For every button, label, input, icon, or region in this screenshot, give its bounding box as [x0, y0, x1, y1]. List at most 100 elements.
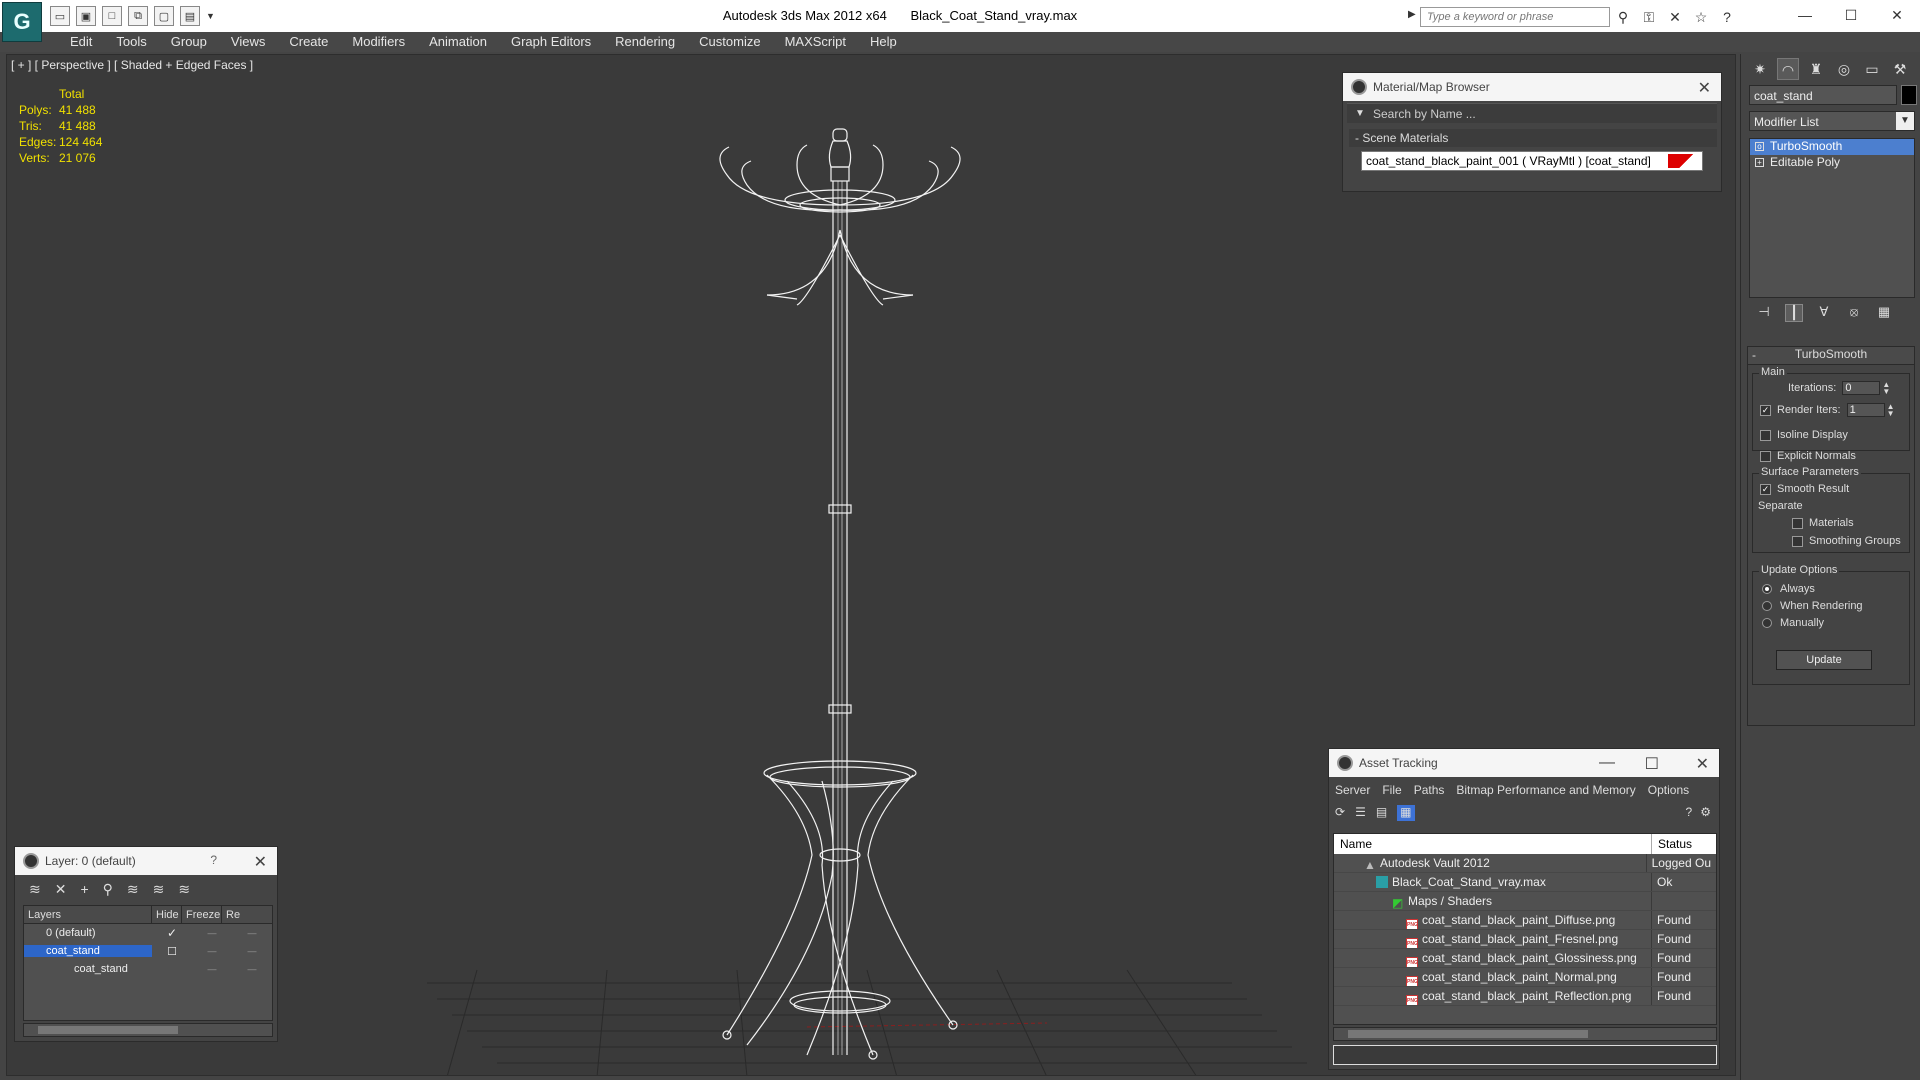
scene-materials-section[interactable]: - Scene Materials	[1349, 129, 1717, 147]
help-icon[interactable]: ?	[1718, 8, 1736, 26]
asset-menu-options[interactable]: Options	[1648, 783, 1689, 797]
menu-tools[interactable]: Tools	[104, 32, 158, 52]
close-icon[interactable]: ✕	[1698, 78, 1711, 98]
new-layer-icon[interactable]: ≋	[29, 881, 41, 898]
stack-item-editable-poly[interactable]: + Editable Poly	[1750, 155, 1914, 171]
render-iters-spinner[interactable]: 1	[1846, 403, 1885, 417]
search-expand-icon[interactable]: ▶	[1408, 9, 1418, 25]
lightbulb-icon[interactable]: o	[1755, 142, 1764, 151]
modify-tab-icon[interactable]: ◠	[1777, 58, 1799, 80]
layer-object-row[interactable]: coat_stand — —	[24, 960, 272, 978]
material-search-input[interactable]: ▼ Search by Name ...	[1347, 103, 1717, 123]
menu-create[interactable]: Create	[277, 32, 340, 52]
asset-row[interactable]: ▲ Autodesk Vault 2012 Logged Ou	[1334, 854, 1716, 873]
column-header[interactable]: Status	[1652, 834, 1698, 854]
asset-row[interactable]: PNG coat_stand_black_paint_Glossiness.png…	[1334, 949, 1716, 968]
settings-icon[interactable]: ⚙	[1700, 805, 1711, 819]
hide-toggle[interactable]: —	[192, 946, 232, 956]
explicit-normals-checkbox[interactable]	[1760, 450, 1771, 462]
menu-edit[interactable]: Edit	[58, 32, 104, 52]
close-icon[interactable]: ✕	[1696, 754, 1709, 774]
configure-sets-icon[interactable]: ▦	[1875, 304, 1893, 322]
filter-icon[interactable]: ▼	[1355, 108, 1365, 119]
stack-item-turbosmooth[interactable]: o TurboSmooth	[1750, 139, 1914, 155]
select-objects-icon[interactable]: ⚲	[103, 881, 113, 898]
minimize-icon[interactable]: —	[1599, 754, 1615, 772]
create-tab-icon[interactable]: ✷	[1749, 58, 1771, 80]
menu-maxscript[interactable]: MAXScript	[773, 32, 858, 52]
isoline-checkbox[interactable]	[1760, 429, 1771, 441]
tree-view-icon[interactable]: ▤	[1376, 805, 1387, 821]
menu-customize[interactable]: Customize	[687, 32, 772, 52]
refresh-icon[interactable]: ⟳	[1335, 805, 1345, 821]
highlight-layer-icon[interactable]: ≋	[127, 881, 139, 898]
update-button[interactable]: Update	[1776, 650, 1872, 670]
layer-manager-titlebar[interactable]: Layer: 0 (default) ? ✕	[15, 847, 277, 875]
asset-menu-bitmap[interactable]: Bitmap Performance and Memory	[1456, 783, 1635, 797]
star-icon[interactable]: ☆	[1692, 8, 1710, 26]
exchange-icon[interactable]: ✕	[1666, 8, 1684, 26]
search-input[interactable]: Type a keyword or phrase	[1420, 7, 1610, 27]
menu-help[interactable]: Help	[858, 32, 909, 52]
help-icon[interactable]: ?	[1686, 805, 1693, 819]
maximize-icon[interactable]: ☐	[1645, 754, 1659, 774]
asset-row[interactable]: Black_Coat_Stand_vray.max Ok	[1334, 873, 1716, 892]
freeze-all-icon[interactable]: ≋	[178, 881, 190, 898]
app-logo-icon[interactable]: G	[2, 2, 42, 42]
utilities-tab-icon[interactable]: ⚒	[1889, 58, 1911, 80]
menu-views[interactable]: Views	[219, 32, 277, 52]
column-header[interactable]: Name	[1334, 834, 1652, 854]
column-header[interactable]: Re	[222, 906, 242, 923]
freeze-toggle[interactable]: —	[232, 946, 272, 956]
materials-checkbox[interactable]	[1792, 517, 1803, 529]
column-header[interactable]: Hide	[152, 906, 182, 923]
render-iters-checkbox[interactable]: ✓	[1760, 404, 1771, 416]
asset-menu-file[interactable]: File	[1382, 783, 1401, 797]
close-icon[interactable]: ✕	[1874, 0, 1920, 30]
menu-modifiers[interactable]: Modifiers	[340, 32, 417, 52]
layer-horizontal-scrollbar[interactable]	[23, 1023, 273, 1037]
make-unique-icon[interactable]: ∀	[1815, 304, 1833, 322]
chevron-down-icon[interactable]: ▼	[1896, 112, 1914, 130]
always-radio[interactable]	[1762, 584, 1772, 594]
column-header[interactable]: Freeze	[182, 906, 222, 923]
delete-layer-icon[interactable]: ✕	[55, 881, 67, 898]
help-icon[interactable]: ?	[210, 853, 217, 867]
when-rendering-radio[interactable]	[1762, 601, 1772, 611]
smooth-result-checkbox[interactable]: ✓	[1760, 483, 1771, 495]
asset-row[interactable]: PNG coat_stand_black_paint_Normal.png Fou…	[1334, 968, 1716, 987]
iterations-spinner[interactable]: 0	[1842, 381, 1881, 395]
list-view-icon[interactable]: ☰	[1355, 805, 1366, 821]
menu-animation[interactable]: Animation	[417, 32, 499, 52]
smoothing-groups-checkbox[interactable]	[1792, 535, 1803, 547]
object-name[interactable]: coat_stand	[24, 963, 152, 975]
spinner-arrows-icon[interactable]: ▲ ▼	[1882, 381, 1890, 396]
close-icon[interactable]: ✕	[254, 852, 267, 872]
menu-graph-editors[interactable]: Graph Editors	[499, 32, 603, 52]
hide-all-icon[interactable]: ≋	[153, 881, 165, 898]
material-item[interactable]: coat_stand_black_paint_001 ( VRayMtl ) […	[1361, 151, 1703, 171]
layer-name[interactable]: 0 (default)	[24, 927, 152, 939]
asset-row[interactable]: PNG coat_stand_black_paint_Reflection.png…	[1334, 987, 1716, 1006]
current-layer-icon[interactable]: ☐	[152, 945, 192, 958]
asset-menu-paths[interactable]: Paths	[1414, 783, 1445, 797]
check-icon[interactable]: ✓	[152, 926, 192, 940]
spinner-arrows-icon[interactable]: ▲ ▼	[1887, 403, 1895, 418]
motion-tab-icon[interactable]: ◎	[1833, 58, 1855, 80]
scrollbar-thumb[interactable]	[1348, 1030, 1588, 1038]
hide-toggle[interactable]: —	[192, 928, 232, 938]
asset-horizontal-scrollbar[interactable]	[1333, 1027, 1717, 1041]
freeze-toggle[interactable]: —	[232, 964, 272, 974]
freeze-toggle[interactable]: —	[232, 928, 272, 938]
binoculars-icon[interactable]: ⚲	[1614, 8, 1632, 26]
rollout-header[interactable]: - TurboSmooth	[1748, 347, 1914, 365]
show-end-result-icon[interactable]: ┃	[1785, 304, 1803, 322]
layer-name[interactable]: coat_stand	[24, 945, 152, 957]
material-browser-titlebar[interactable]: Material/Map Browser ✕	[1343, 73, 1721, 101]
pin-stack-icon[interactable]: ⊣	[1755, 304, 1773, 322]
asset-row[interactable]: PNG coat_stand_black_paint_Diffuse.png Fo…	[1334, 911, 1716, 930]
object-color-swatch[interactable]	[1901, 85, 1917, 105]
asset-row[interactable]: PNG coat_stand_black_paint_Fresnel.png Fo…	[1334, 930, 1716, 949]
layer-row[interactable]: coat_stand ☐ — —	[24, 942, 272, 960]
scrollbar-thumb[interactable]	[38, 1026, 178, 1034]
